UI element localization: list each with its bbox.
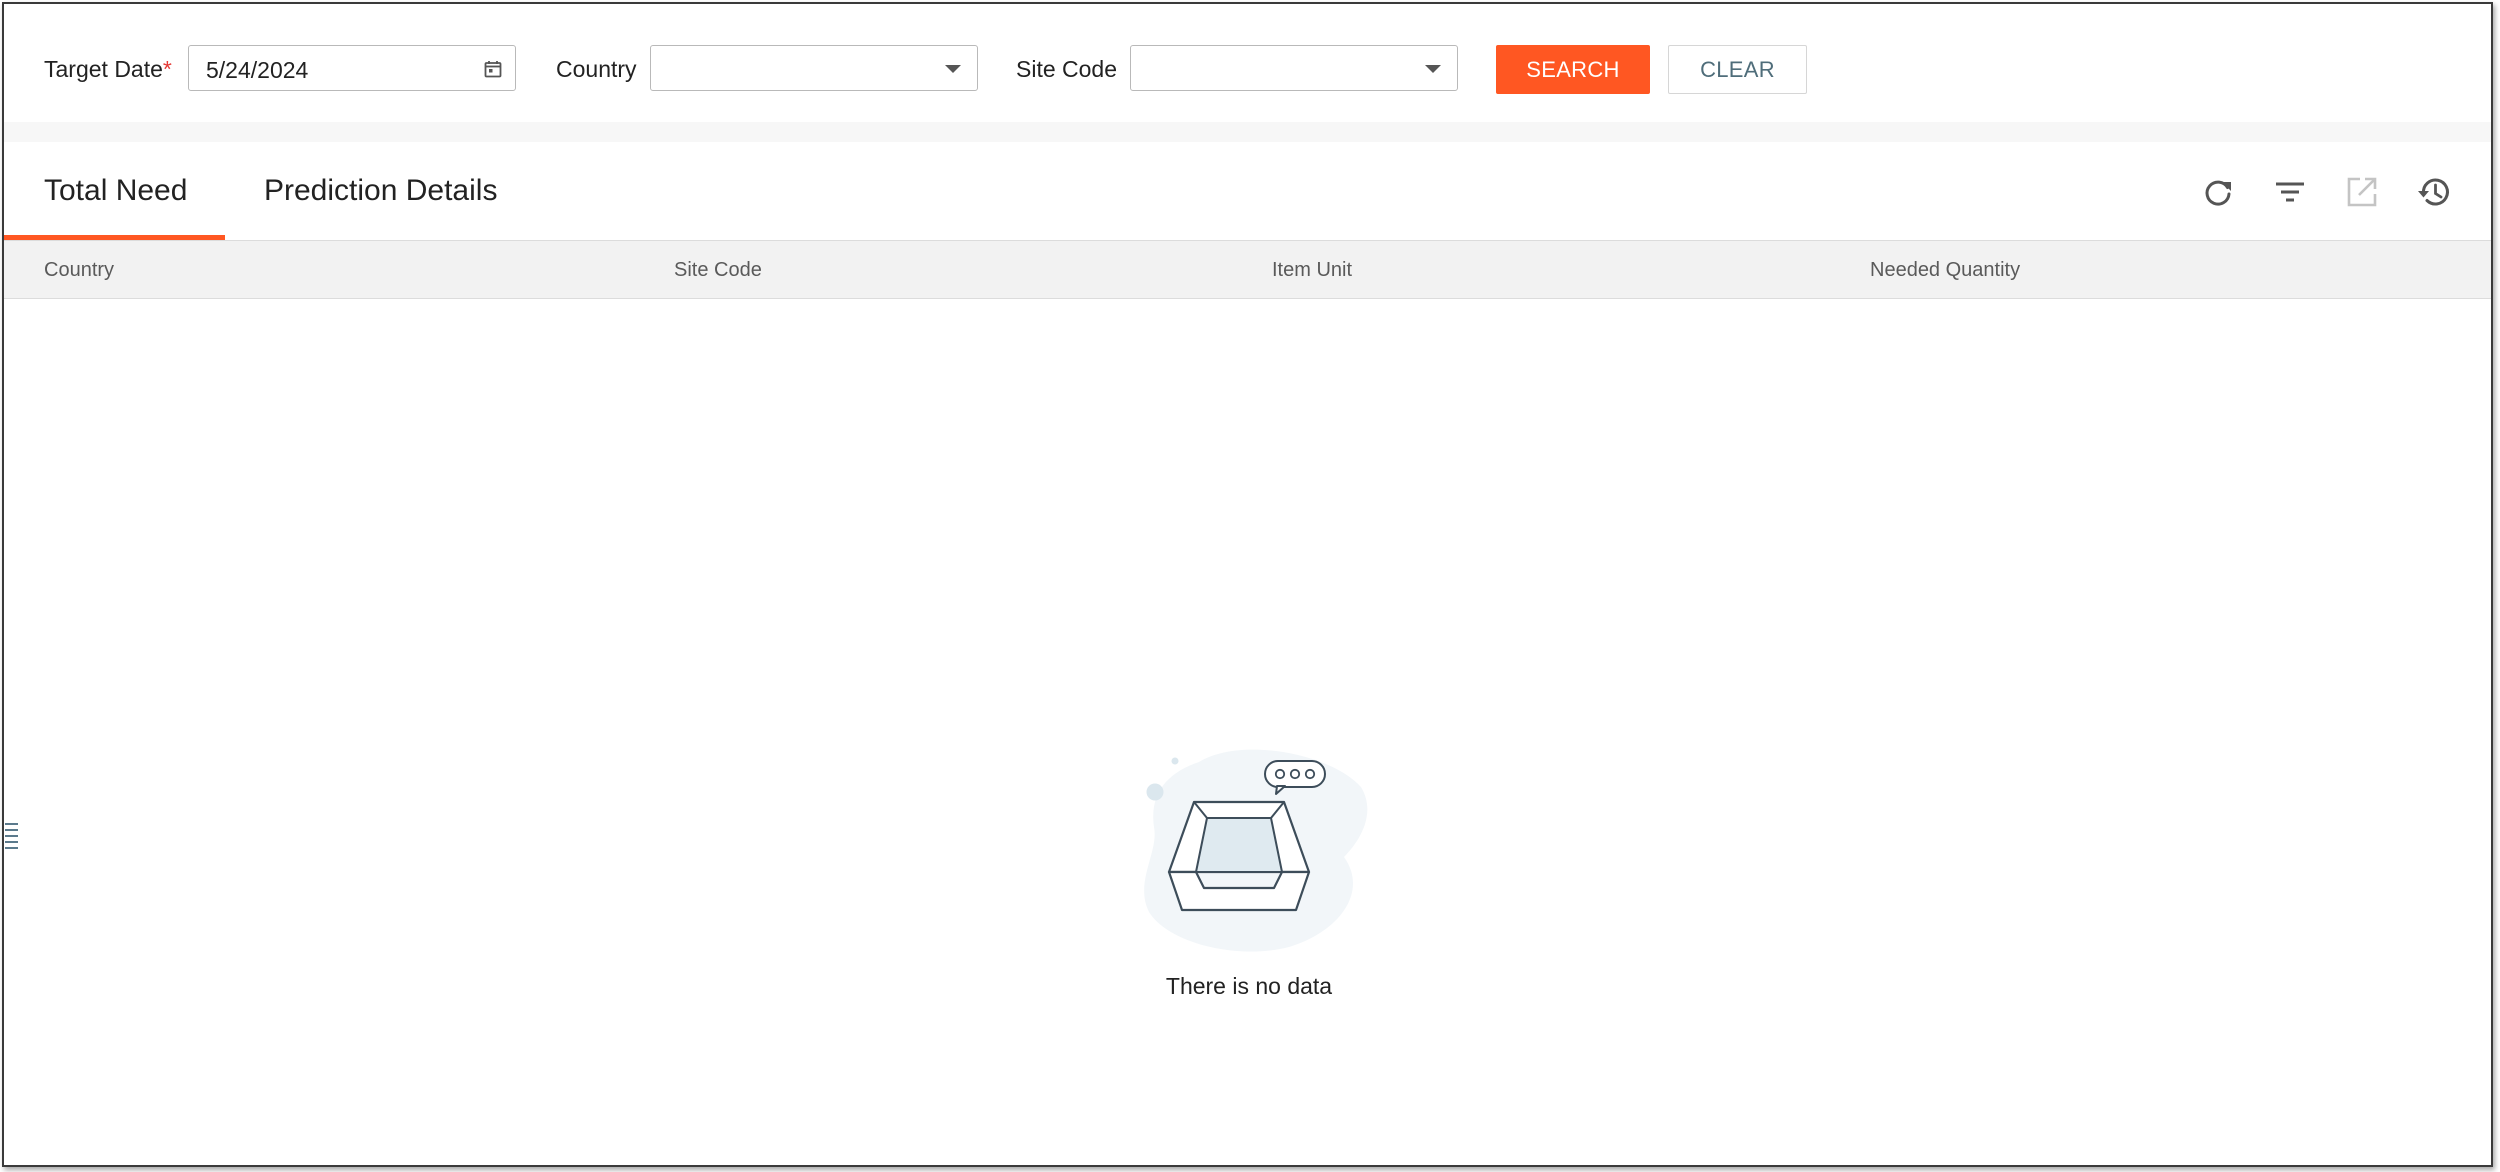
site-code-label: Site Code <box>1016 56 1118 82</box>
panel-drag-handle[interactable] <box>4 820 20 852</box>
country-select[interactable] <box>650 45 978 91</box>
filter-icon[interactable] <box>2272 174 2308 210</box>
required-mark: * <box>162 56 172 82</box>
clear-button[interactable]: CLEAR <box>1668 45 1807 94</box>
empty-inbox-icon <box>1144 749 1368 952</box>
tab-prediction-details[interactable]: Prediction Details <box>264 142 497 240</box>
country-label: Country <box>556 56 637 82</box>
column-header-country[interactable]: Country <box>44 259 114 282</box>
target-date-input[interactable]: 5/24/2024 <box>188 45 516 91</box>
target-date-value: 5/24/2024 <box>206 57 309 83</box>
target-date-label: Target Date* <box>44 56 172 82</box>
filter-bar: Target Date* 5/24/2024 Country Site Code… <box>4 4 2491 142</box>
table-header: Country Site Code Item Unit Needed Quant… <box>4 240 2491 299</box>
tab-bar: Total Need Prediction Details <box>4 142 2491 240</box>
export-icon[interactable] <box>2344 174 2380 210</box>
chevron-down-icon[interactable] <box>945 65 961 73</box>
search-button[interactable]: SEARCH <box>1496 45 1650 94</box>
site-code-select[interactable] <box>1130 45 1458 91</box>
column-header-site-code[interactable]: Site Code <box>674 259 762 282</box>
history-icon[interactable] <box>2416 174 2452 210</box>
calendar-icon[interactable] <box>483 59 503 79</box>
refresh-icon[interactable] <box>2200 174 2236 210</box>
column-header-needed-quantity[interactable]: Needed Quantity <box>1870 259 2020 282</box>
column-header-item-unit[interactable]: Item Unit <box>1272 259 1352 282</box>
chevron-down-icon[interactable] <box>1425 65 1441 73</box>
app-window: Target Date* 5/24/2024 Country Site Code… <box>2 2 2493 1167</box>
tab-label: Total Need <box>44 174 188 207</box>
empty-state-message: There is no data <box>1165 973 1333 999</box>
tab-total-need[interactable]: Total Need <box>4 142 225 240</box>
tab-label: Prediction Details <box>264 174 498 207</box>
